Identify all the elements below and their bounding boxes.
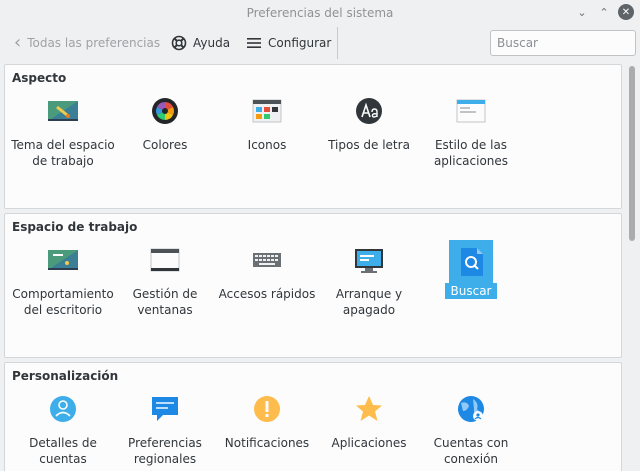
title-bar: Preferencias del sistema ⌄ ⌃ ✕ bbox=[0, 0, 640, 25]
search-files-icon bbox=[461, 248, 483, 276]
shortcuts-keyboard-icon bbox=[253, 253, 281, 267]
window-controls: ⌄ ⌃ ✕ bbox=[574, 4, 634, 20]
module-label: Notificaciones bbox=[224, 436, 310, 450]
section-title: Aspecto bbox=[12, 71, 67, 85]
applications-star-icon bbox=[356, 396, 382, 421]
module-shortcuts[interactable]: Accesos rápidos bbox=[215, 240, 319, 336]
online-accounts-icon bbox=[458, 396, 484, 422]
module-label: Colores bbox=[142, 138, 188, 152]
module-label: Arranque y apagado bbox=[335, 287, 403, 317]
module-label: Aplicaciones bbox=[331, 436, 407, 450]
help-lifebuoy-icon bbox=[171, 35, 187, 51]
toolbar: ‹ Todas las preferencias Ayuda Configura… bbox=[0, 25, 640, 61]
toolbar-separator bbox=[337, 27, 338, 59]
window-management-icon bbox=[150, 248, 180, 272]
notification-icon bbox=[254, 396, 280, 422]
module-grid: Aspecto Tema del espacio de trabajo Colo… bbox=[0, 62, 640, 471]
section-appearance: Aspecto Tema del espacio de trabajo Colo… bbox=[4, 64, 622, 209]
help-button[interactable]: Ayuda bbox=[165, 28, 236, 58]
search-input[interactable] bbox=[490, 30, 636, 56]
module-window-management[interactable]: Gestión de ventanas bbox=[113, 240, 217, 336]
module-label: Comportamiento del escritorio bbox=[12, 287, 114, 317]
module-desktop-behavior[interactable]: Comportamiento del escritorio bbox=[11, 240, 115, 336]
module-label: Buscar bbox=[444, 283, 498, 299]
back-button[interactable]: ‹ Todas las preferencias bbox=[8, 28, 166, 58]
module-app-style[interactable]: Estilo de las aplicaciones bbox=[419, 91, 523, 187]
section-title: Espacio de trabajo bbox=[12, 220, 138, 234]
chevron-down-icon: ⌄ bbox=[577, 5, 587, 19]
regional-chat-icon bbox=[152, 397, 178, 421]
minimize-button[interactable]: ⌄ bbox=[574, 4, 590, 20]
fonts-icon bbox=[356, 98, 382, 124]
module-label: Cuentas con conexión bbox=[433, 436, 509, 466]
hamburger-menu-icon bbox=[247, 38, 261, 48]
module-notifications[interactable]: Notificaciones bbox=[215, 389, 319, 471]
module-applications[interactable]: Aplicaciones bbox=[317, 389, 421, 471]
module-label: Gestión de ventanas bbox=[132, 287, 198, 317]
chevron-up-icon: ⌃ bbox=[599, 5, 609, 19]
startup-shutdown-icon bbox=[355, 249, 383, 273]
colors-icon bbox=[152, 98, 178, 124]
close-button[interactable]: ✕ bbox=[618, 4, 634, 20]
scrollbar-thumb[interactable] bbox=[629, 66, 635, 241]
module-label: Accesos rápidos bbox=[218, 287, 316, 301]
desktop-theme-icon bbox=[48, 101, 78, 121]
module-startup-shutdown[interactable]: Arranque y apagado bbox=[317, 240, 421, 336]
configure-button-label: Configurar bbox=[268, 36, 332, 50]
maximize-button[interactable]: ⌃ bbox=[596, 4, 612, 20]
section-title: Personalización bbox=[12, 369, 119, 383]
window-title: Preferencias del sistema bbox=[246, 5, 394, 20]
section-personalization: Personalización Detalles de cuentas Pref… bbox=[4, 362, 622, 471]
desktop-behavior-icon bbox=[48, 250, 78, 270]
module-label: Iconos bbox=[247, 138, 287, 152]
configure-button[interactable]: Configurar bbox=[240, 28, 337, 58]
module-colors[interactable]: Colores bbox=[113, 91, 217, 187]
help-button-label: Ayuda bbox=[193, 36, 231, 50]
module-online-accounts[interactable]: Cuentas con conexión bbox=[419, 389, 523, 471]
module-regional[interactable]: Preferencias regionales bbox=[113, 389, 217, 471]
module-label: Preferencias regionales bbox=[128, 436, 202, 466]
selection-highlight bbox=[449, 240, 493, 283]
module-label: Detalles de cuentas bbox=[29, 436, 97, 466]
module-fonts[interactable]: Tipos de letra bbox=[317, 91, 421, 187]
module-label: Estilo de las aplicaciones bbox=[433, 138, 509, 168]
vertical-scrollbar[interactable] bbox=[626, 62, 640, 471]
back-button-label: Todas las preferencias bbox=[27, 36, 161, 50]
app-style-icon bbox=[456, 99, 486, 123]
icons-icon bbox=[252, 99, 282, 123]
user-account-icon bbox=[50, 396, 76, 422]
module-user-account[interactable]: Detalles de cuentas bbox=[11, 389, 115, 471]
section-workspace: Espacio de trabajo Comportamiento del es… bbox=[4, 213, 622, 358]
chevron-left-icon: ‹ bbox=[14, 32, 22, 53]
module-desktop-theme[interactable]: Tema del espacio de trabajo bbox=[11, 91, 115, 187]
module-label: Tipos de letra bbox=[328, 138, 410, 152]
module-icons[interactable]: Iconos bbox=[215, 91, 319, 187]
module-search[interactable]: Buscar bbox=[419, 240, 523, 336]
close-icon: ✕ bbox=[621, 6, 631, 18]
module-label: Tema del espacio de trabajo bbox=[11, 138, 115, 168]
